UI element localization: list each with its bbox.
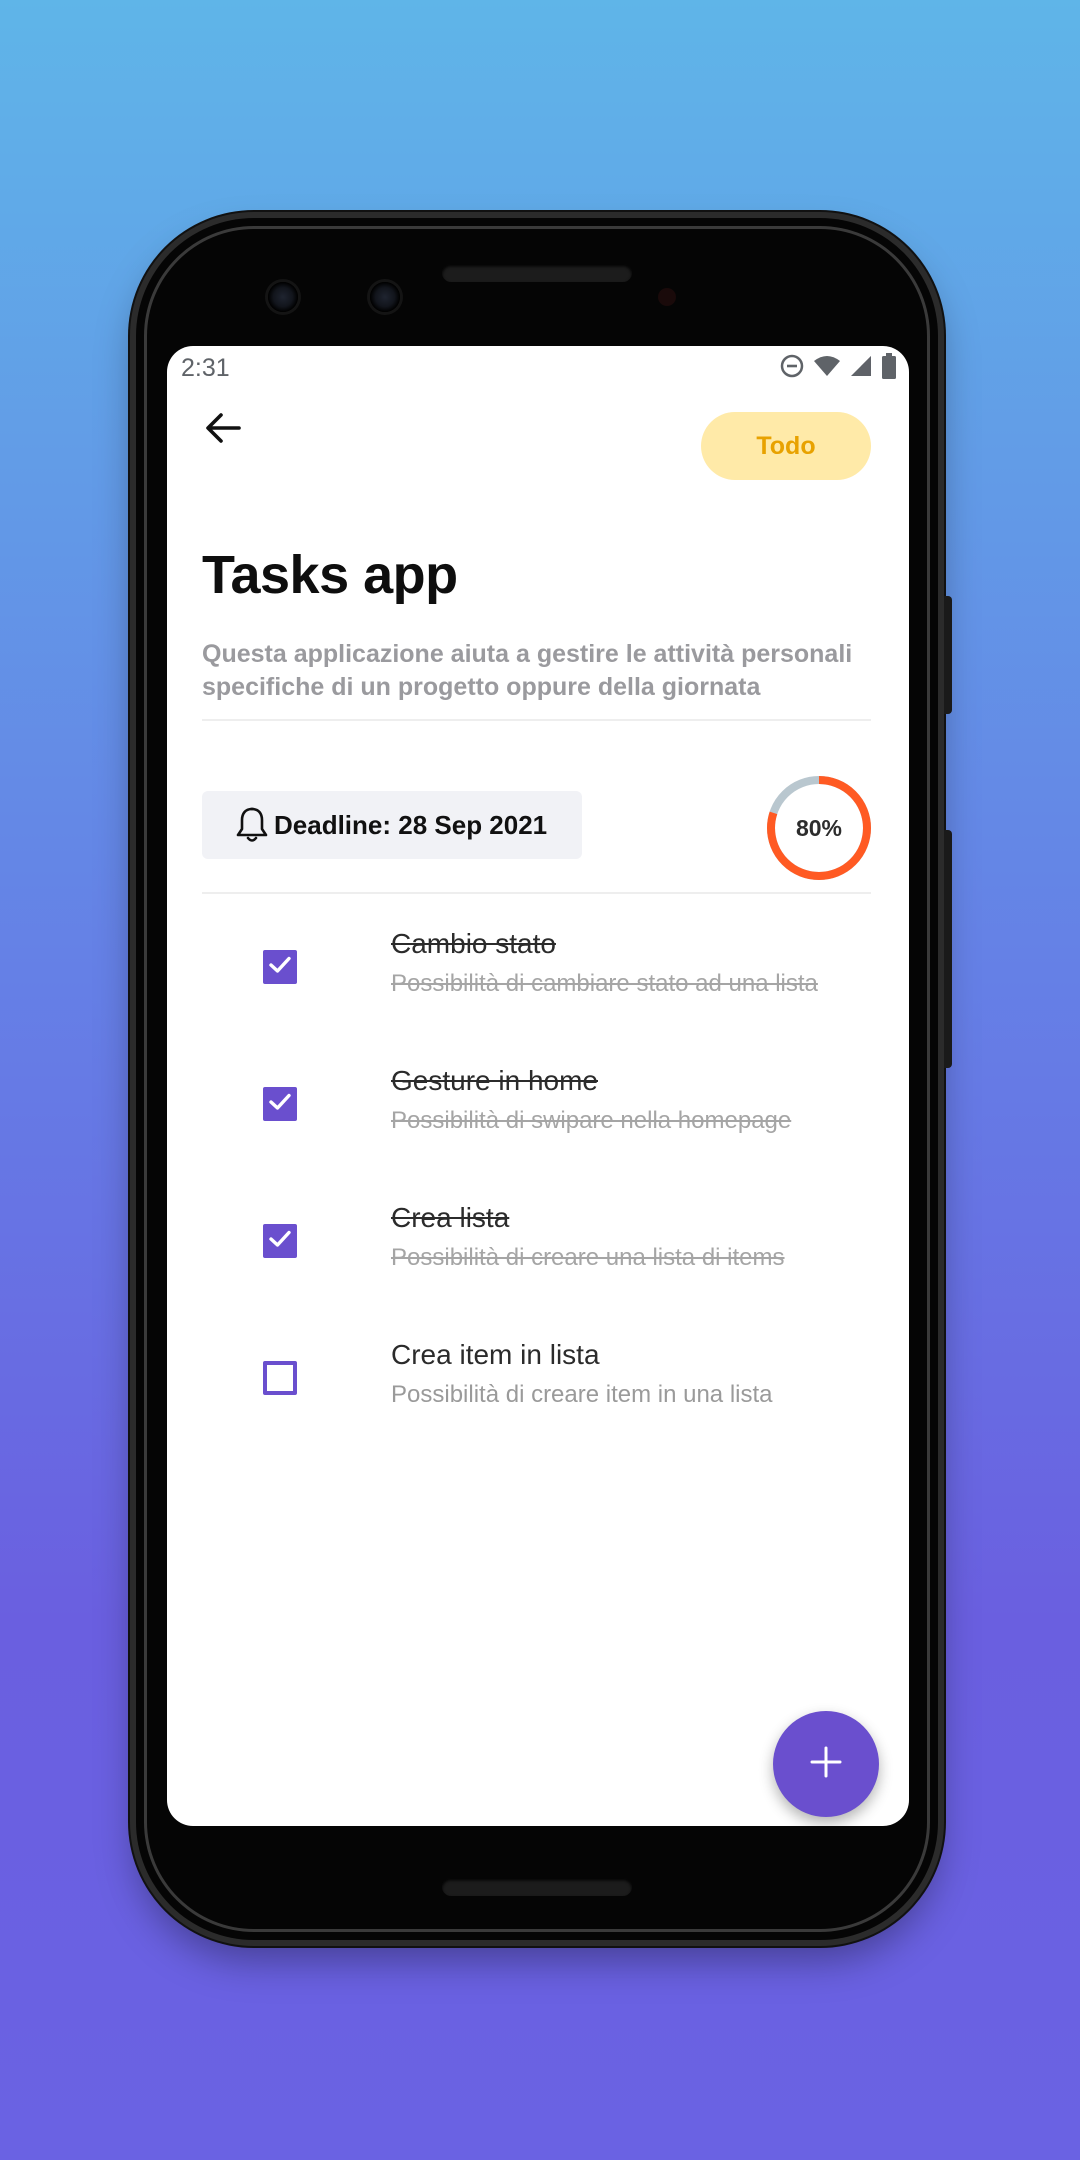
- task-title: Gesture in home: [391, 1065, 598, 1096]
- progress-label: 80%: [795, 814, 843, 841]
- status-bar: 2:31: [167, 346, 909, 390]
- status-time: 2:31: [181, 354, 230, 382]
- task-list: Cambio stato Possibilità di cambiare sta…: [167, 918, 909, 1466]
- front-sensor: [370, 282, 400, 312]
- task-checkbox[interactable]: [263, 1224, 297, 1258]
- arrow-left-icon: [204, 411, 242, 450]
- battery-icon: [881, 352, 897, 384]
- task-checkbox[interactable]: [263, 1361, 297, 1395]
- page-title: Tasks app: [202, 545, 458, 605]
- task-subtitle: Possibilità di creare una lista di items: [391, 1244, 785, 1271]
- divider: [202, 719, 871, 721]
- task-checkbox[interactable]: [263, 1087, 297, 1121]
- front-camera: [268, 282, 298, 312]
- do-not-disturb-icon: [779, 353, 805, 384]
- back-button[interactable]: [195, 402, 251, 458]
- task-title: Cambio stato: [391, 928, 556, 959]
- task-subtitle: Possibilità di creare item in una lista: [391, 1381, 773, 1408]
- task-checkbox[interactable]: [263, 950, 297, 984]
- signal-icon: [849, 354, 873, 383]
- checkmark-icon: [268, 955, 292, 980]
- task-title: Crea lista: [391, 1202, 510, 1233]
- phone-frame: 2:31 Todo Tasks app Questa applicazione …: [136, 218, 952, 1940]
- task-item[interactable]: Crea lista Possibilità di creare una lis…: [167, 1192, 909, 1329]
- volume-button: [944, 830, 952, 1068]
- task-item[interactable]: Crea item in lista Possibilità di creare…: [167, 1329, 909, 1466]
- add-task-button[interactable]: [773, 1711, 879, 1817]
- project-description: Questa applicazione aiuta a gestire le a…: [202, 640, 853, 701]
- divider: [202, 892, 871, 894]
- proximity-sensor: [658, 288, 676, 306]
- wifi-icon: [813, 354, 841, 383]
- earpiece-speaker: [442, 264, 632, 282]
- power-button: [944, 596, 952, 714]
- task-subtitle: Possibilità di cambiare stato ad una lis…: [391, 970, 818, 997]
- status-icons: [779, 352, 897, 384]
- deadline-chip[interactable]: Deadline: 28 Sep 2021: [202, 791, 582, 859]
- task-item[interactable]: Gesture in home Possibilità di swipare n…: [167, 1055, 909, 1192]
- task-title: Crea item in lista: [391, 1339, 600, 1370]
- bottom-speaker: [442, 1878, 632, 1896]
- task-item[interactable]: Cambio stato Possibilità di cambiare sta…: [167, 918, 909, 1055]
- deadline-text: Deadline: 28 Sep 2021: [274, 809, 548, 840]
- checkmark-icon: [268, 1229, 292, 1254]
- bell-icon: [234, 805, 270, 845]
- plus-icon: [809, 1745, 843, 1784]
- list-status-chip[interactable]: Todo: [701, 412, 871, 480]
- checkmark-icon: [268, 1092, 292, 1117]
- task-subtitle: Possibilità di swipare nella homepage: [391, 1107, 792, 1134]
- app-screen: 2:31 Todo Tasks app Questa applicazione …: [167, 346, 909, 1826]
